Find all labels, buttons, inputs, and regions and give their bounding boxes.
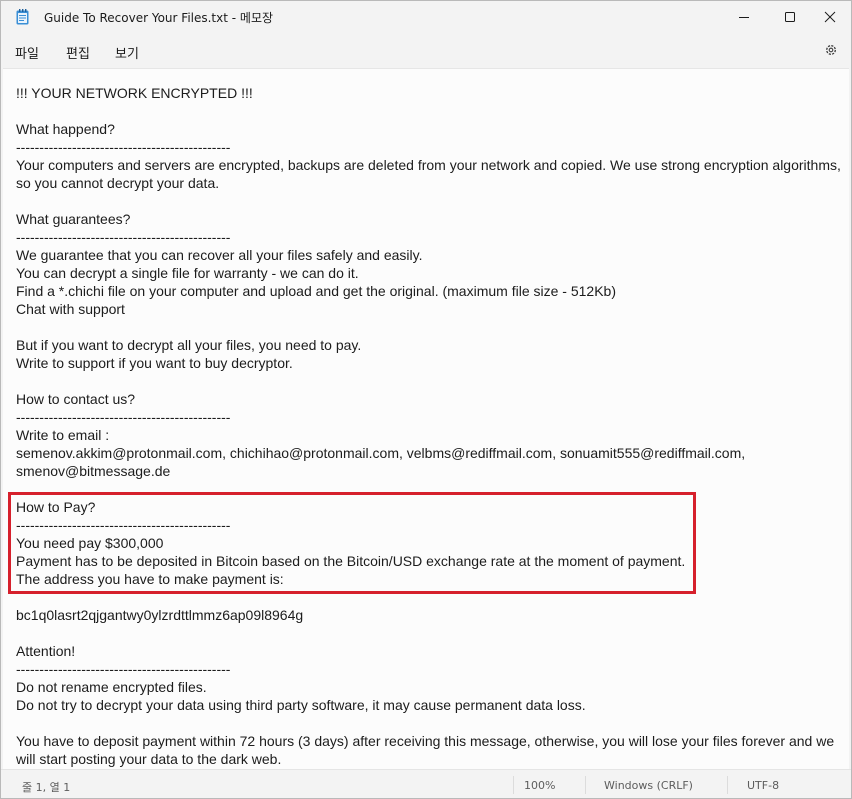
status-divider	[727, 776, 728, 794]
close-button[interactable]	[807, 1, 851, 33]
text-line: Do not rename encrypted files.	[16, 679, 207, 695]
status-divider	[585, 776, 586, 794]
cursor-position: 줄 1, 열 1	[22, 781, 71, 794]
text-line: You can decrypt a single file for warran…	[16, 265, 359, 281]
text-line: Your computers and servers are encrypted…	[16, 157, 841, 173]
menu-view[interactable]: 보기	[115, 43, 139, 62]
status-bar: 줄 1, 열 1 100% Windows (CRLF) UTF-8	[1, 769, 851, 798]
text-line: Chat with support	[16, 301, 125, 317]
text-line: Do not try to decrypt your data using th…	[16, 697, 586, 713]
maximize-icon	[784, 8, 796, 27]
text-line: What happend?	[16, 121, 115, 137]
text-line	[16, 372, 841, 390]
text-line: Write to support if you want to buy decr…	[16, 355, 293, 371]
gear-icon	[824, 42, 838, 61]
text-line: But if you want to decrypt all your file…	[16, 337, 362, 353]
text-line: bc1q0lasrt2qjgantwy0ylzrdttlmmz6ap09l896…	[16, 607, 304, 623]
text-line: We guarantee that you can recover all yo…	[16, 247, 423, 263]
minimize-button[interactable]	[721, 1, 767, 33]
text-line: will start posting your data to the dark…	[16, 751, 282, 767]
zoom-level: 100%	[524, 779, 556, 792]
line-ending: Windows (CRLF)	[604, 779, 693, 792]
text-line: smenov@bitmessage.de	[16, 463, 171, 479]
text-line	[16, 624, 841, 642]
menu-edit[interactable]: 편집	[66, 43, 90, 62]
text-line: ----------------------------------------…	[16, 409, 231, 425]
text-line	[16, 192, 841, 210]
text-line: Write to email :	[16, 427, 110, 443]
text-line: semenov.akkim@protonmail.com, chichihao@…	[16, 445, 746, 461]
window-title: Guide To Recover Your Files.txt - 메모장	[44, 11, 274, 25]
close-icon	[824, 8, 836, 27]
text-line: ----------------------------------------…	[16, 139, 231, 155]
text-line	[16, 714, 841, 732]
notepad-window: Guide To Recover Your Files.txt - 메모장 파일…	[0, 0, 852, 799]
menu-bar: 파일 편집 보기	[1, 35, 851, 67]
text-line: Attention!	[16, 643, 76, 659]
text-content[interactable]: !!! YOUR NETWORK ENCRYPTED !!! What happe…	[16, 84, 841, 768]
text-line	[16, 318, 841, 336]
text-line	[16, 102, 841, 120]
highlight-box	[8, 492, 696, 594]
settings-button[interactable]	[821, 41, 841, 61]
text-line: What guarantees?	[16, 211, 131, 227]
minimize-icon	[738, 8, 750, 27]
text-line: ----------------------------------------…	[16, 229, 231, 245]
text-line: so you cannot decrypt your data.	[16, 175, 220, 191]
title-bar[interactable]: Guide To Recover Your Files.txt - 메모장	[1, 1, 851, 35]
text-line: !!! YOUR NETWORK ENCRYPTED !!!	[16, 85, 253, 101]
encoding: UTF-8	[747, 779, 780, 792]
status-divider	[513, 776, 514, 794]
text-line: Find a *.chichi file on your computer an…	[16, 283, 616, 299]
notepad-icon	[16, 9, 29, 25]
menu-file[interactable]: 파일	[15, 43, 39, 62]
text-line: ----------------------------------------…	[16, 661, 231, 677]
text-line: How to contact us?	[16, 391, 136, 407]
text-editor[interactable]: !!! YOUR NETWORK ENCRYPTED !!! What happe…	[3, 68, 849, 769]
text-line: You have to deposit payment within 72 ho…	[16, 733, 835, 749]
